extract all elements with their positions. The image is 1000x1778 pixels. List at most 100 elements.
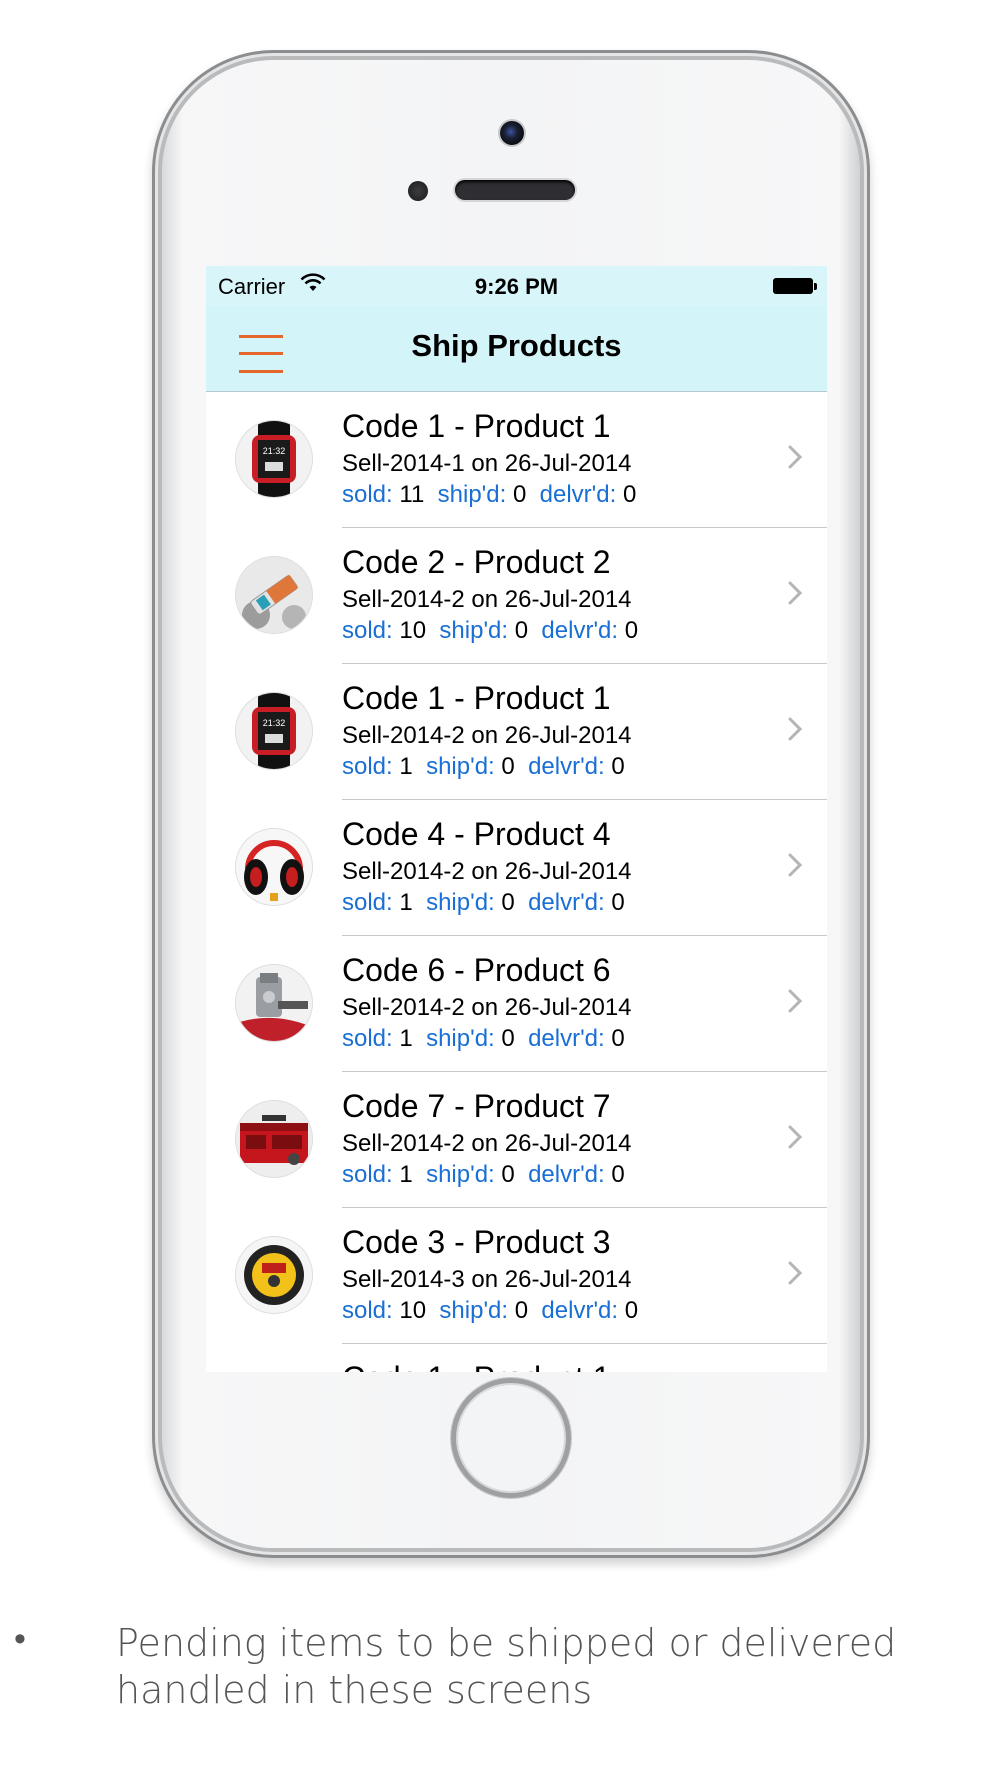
list-item[interactable]: Code 1 - Product 1: [206, 1344, 827, 1372]
shipped-value: 0: [512, 481, 527, 508]
tape-measure-icon: [236, 1237, 312, 1313]
app-screen: Carrier 9:26 PM Ship Products 21:32 Code …: [206, 266, 827, 1372]
product-title: Code 1 - Product 1: [342, 408, 611, 444]
toolbox-icon: [236, 1101, 312, 1177]
quantity-stats: sold: 10 ship'd: 0 delvr'd: 0: [342, 1297, 638, 1325]
headphones-icon: [236, 829, 312, 905]
chevron-right-icon: [788, 445, 803, 469]
shipped-label: ship'd:: [439, 1297, 509, 1324]
quantity-stats: sold: 11 ship'd: 0 delvr'd: 0: [342, 481, 636, 509]
list-item[interactable]: Code 6 - Product 6 Sell-2014-2 on 26-Jul-…: [206, 936, 827, 1072]
product-title: Code 2 - Product 2: [342, 544, 611, 580]
socket-wrench-icon: [236, 965, 312, 1041]
delivered-label: delvr'd:: [541, 1297, 619, 1324]
sold-label: sold:: [342, 1297, 393, 1324]
sold-value: 11: [399, 481, 425, 508]
list-item[interactable]: 21:32 Code 1 - Product 1 Sell-2014-2 on 26…: [206, 664, 827, 800]
page-title: Ship Products: [411, 328, 622, 363]
earpiece-speaker: [455, 180, 575, 200]
proximity-sensor: [408, 181, 428, 201]
delivered-label: delvr'd:: [528, 753, 605, 780]
delivered-value: 0: [611, 1025, 625, 1052]
shipped-label: ship'd:: [439, 617, 509, 644]
sale-info: Sell-2014-2 on 26-Jul-2014: [342, 586, 632, 613]
battery-icon: [773, 278, 817, 294]
shipped-label: ship'd:: [426, 1161, 495, 1188]
sale-info: Sell-2014-1 on 26-Jul-2014: [342, 450, 632, 477]
quantity-stats: sold: 1 ship'd: 0 delvr'd: 0: [342, 889, 625, 917]
list-item[interactable]: Code 4 - Product 4 Sell-2014-2 on 26-Jul-…: [206, 800, 827, 936]
sale-info: Sell-2014-2 on 26-Jul-2014: [342, 1130, 632, 1157]
shipped-label: ship'd:: [426, 753, 495, 780]
list-item[interactable]: Code 2 - Product 2 Sell-2014-2 on 26-Jul-…: [206, 528, 827, 664]
chevron-right-icon: [788, 717, 803, 741]
sold-label: sold:: [342, 481, 393, 508]
sale-info: Sell-2014-2 on 26-Jul-2014: [342, 722, 632, 749]
shipment-list: 21:32 Code 1 - Product 1 Sell-2014-1 on 26…: [206, 392, 827, 1372]
quantity-stats: sold: 1 ship'd: 0 delvr'd: 0: [342, 1025, 625, 1053]
sleep-wake-button: [635, 50, 745, 60]
front-camera: [500, 121, 524, 145]
sale-info: Sell-2014-3 on 26-Jul-2014: [342, 1266, 632, 1293]
sold-label: sold:: [342, 1025, 393, 1052]
shipped-label: ship'd:: [437, 481, 507, 508]
sold-value: 1: [399, 1025, 413, 1052]
glue-stick-icon: [236, 557, 312, 633]
delivered-label: delvr'd:: [539, 481, 617, 508]
svg-text:21:32: 21:32: [263, 718, 286, 728]
chevron-right-icon: [788, 581, 803, 605]
sold-value: 1: [399, 889, 413, 916]
delivered-value: 0: [624, 1297, 639, 1324]
sold-label: sold:: [342, 617, 393, 644]
chevron-right-icon: [788, 853, 803, 877]
sold-value: 10: [399, 1297, 427, 1324]
status-bar: Carrier 9:26 PM: [206, 266, 827, 306]
sold-label: sold:: [342, 1161, 393, 1188]
delivered-label: delvr'd:: [528, 1161, 605, 1188]
smartwatch-icon: 21:32: [236, 421, 312, 497]
list-item[interactable]: Code 3 - Product 3 Sell-2014-3 on 26-Jul-…: [206, 1208, 827, 1344]
shipped-value: 0: [501, 889, 515, 916]
quantity-stats: sold: 1 ship'd: 0 delvr'd: 0: [342, 753, 625, 781]
sold-label: sold:: [342, 889, 393, 916]
product-title: Code 6 - Product 6: [342, 952, 611, 988]
product-title: Code 7 - Product 7: [342, 1088, 611, 1124]
delivered-label: delvr'd:: [541, 617, 619, 644]
quantity-stats: sold: 10 ship'd: 0 delvr'd: 0: [342, 617, 638, 645]
delivered-label: delvr'd:: [528, 889, 605, 916]
navigation-bar: Ship Products: [206, 306, 827, 392]
home-button[interactable]: [451, 1378, 571, 1498]
delivered-value: 0: [611, 1161, 625, 1188]
chevron-right-icon: [788, 1125, 803, 1149]
shipped-label: ship'd:: [426, 1025, 495, 1052]
sold-value: 10: [399, 617, 427, 644]
sold-value: 1: [399, 753, 413, 780]
sold-value: 1: [399, 1161, 413, 1188]
sold-label: sold:: [342, 753, 393, 780]
delivered-label: delvr'd:: [528, 1025, 605, 1052]
caption-bullet: •: [14, 1620, 26, 1658]
quantity-stats: sold: 1 ship'd: 0 delvr'd: 0: [342, 1161, 625, 1189]
shipped-value: 0: [514, 617, 529, 644]
sale-info: Sell-2014-2 on 26-Jul-2014: [342, 858, 632, 885]
shipped-value: 0: [501, 753, 515, 780]
shipped-value: 0: [501, 1161, 515, 1188]
product-title: Code 1 - Product 1: [342, 680, 611, 716]
product-title: Code 1 - Product 1: [342, 1360, 611, 1372]
shipped-value: 0: [501, 1025, 515, 1052]
list-item[interactable]: 21:32 Code 1 - Product 1 Sell-2014-1 on 26…: [206, 392, 827, 528]
shipped-label: ship'd:: [426, 889, 495, 916]
product-title: Code 4 - Product 4: [342, 816, 611, 852]
shipped-value: 0: [514, 1297, 529, 1324]
smartwatch-icon: 21:32: [236, 693, 312, 769]
delivered-value: 0: [611, 889, 625, 916]
clock: 9:26 PM: [474, 274, 559, 299]
list-item[interactable]: Code 7 - Product 7 Sell-2014-2 on 26-Jul-…: [206, 1072, 827, 1208]
product-title: Code 3 - Product 3: [342, 1224, 611, 1260]
delivered-value: 0: [622, 481, 637, 508]
chevron-right-icon: [788, 1261, 803, 1285]
svg-text:21:32: 21:32: [263, 446, 286, 456]
delivered-value: 0: [624, 617, 639, 644]
delivered-value: 0: [611, 753, 625, 780]
slide-caption: Pending items to be shipped or delivered…: [116, 1621, 897, 1712]
